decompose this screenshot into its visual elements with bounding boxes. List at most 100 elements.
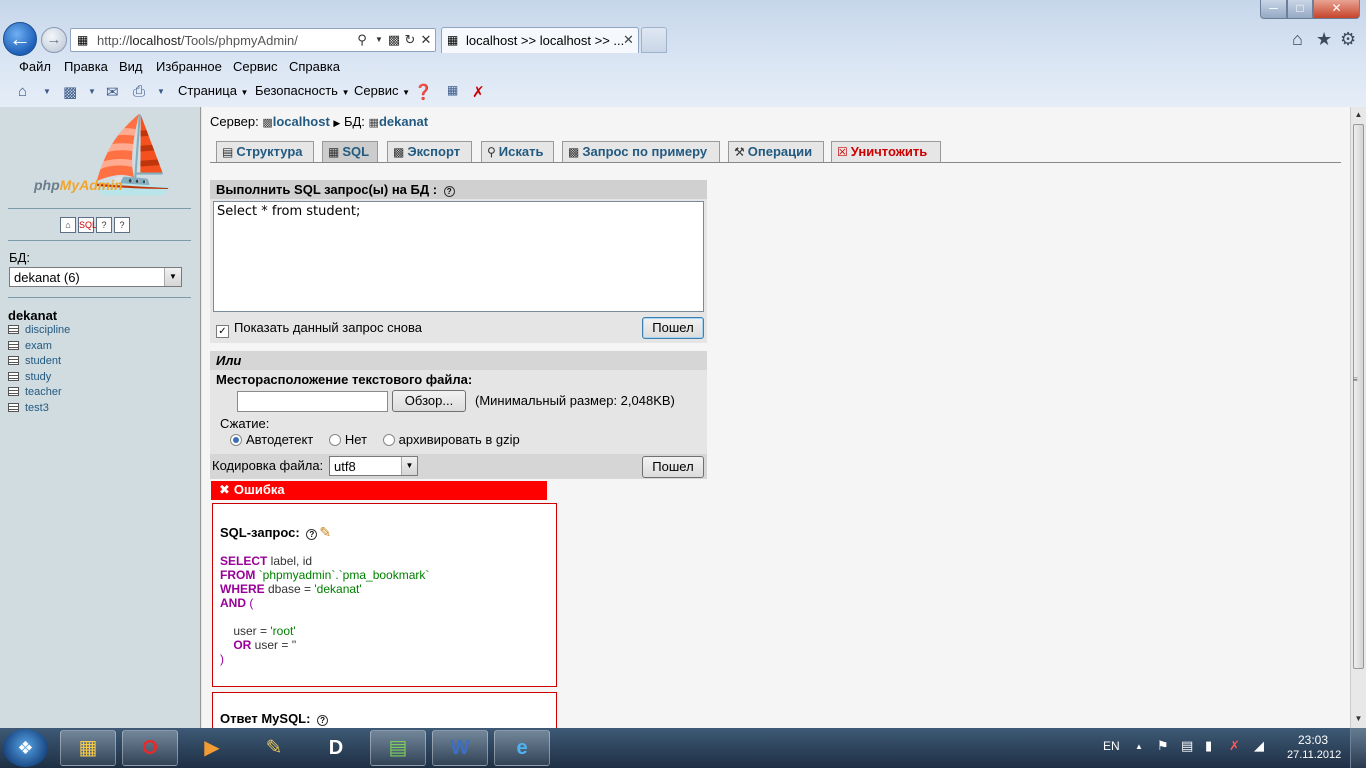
tab-structure[interactable]: ▤ Структура: [216, 141, 314, 163]
clock-date[interactable]: 27.11.2012: [1287, 749, 1341, 761]
action-center-flag-icon[interactable]: ⚑: [1157, 738, 1169, 754]
import-go-button[interactable]: Пошел: [642, 456, 704, 478]
database-select[interactable]: dekanat (6) ▼: [9, 267, 182, 287]
menu-edit[interactable]: Правка: [64, 59, 108, 74]
edit-pencil-icon[interactable]: ✎: [319, 524, 331, 540]
volume-icon[interactable]: ◢: [1254, 738, 1264, 754]
chevron-down-icon[interactable]: ▼: [401, 457, 417, 475]
settings-gear-icon[interactable]: ⚙: [1340, 29, 1356, 50]
refresh-icon[interactable]: ↻: [402, 31, 418, 49]
table-icon[interactable]: [8, 340, 19, 350]
print-icon[interactable]: ⎙: [133, 83, 145, 100]
compression-none-radio[interactable]: Нет: [328, 432, 367, 447]
checkbox-checked-icon[interactable]: ✓: [216, 325, 229, 338]
tab-sql[interactable]: ▦ SQL: [322, 141, 378, 163]
scroll-up-icon[interactable]: ▲: [1351, 107, 1366, 123]
table-icon[interactable]: [8, 402, 19, 412]
table-link-teacher[interactable]: teacher: [8, 386, 70, 402]
stop-icon[interactable]: ✕: [418, 31, 434, 49]
address-bar[interactable]: ▦ http://localhost/Tools/phpmyAdmin/ ⚲ ▼…: [70, 28, 436, 52]
browser-tab[interactable]: ▦ localhost >> localhost >> ... ✕: [441, 27, 639, 53]
table-icon[interactable]: [8, 356, 19, 365]
word-app-icon[interactable]: W: [432, 730, 488, 766]
tab-operations[interactable]: ⚒ Операции: [728, 141, 824, 163]
help-icon[interactable]: ?: [443, 186, 455, 197]
home-icon[interactable]: ⌂: [60, 217, 76, 233]
page-menu[interactable]: Страница ▼: [178, 83, 248, 98]
new-tab-button[interactable]: [641, 27, 667, 53]
table-link-discipline[interactable]: discipline: [8, 324, 70, 340]
task-app-icon[interactable]: ▤: [370, 730, 426, 766]
tab-search[interactable]: ⚲ Искать: [481, 141, 554, 163]
table-link-test3[interactable]: test3: [8, 402, 70, 418]
addon-tools-icon[interactable]: ✗: [472, 83, 485, 101]
table-icon[interactable]: [8, 325, 19, 334]
help-icon[interactable]: ?: [306, 529, 318, 540]
menu-favorites[interactable]: Избранное: [156, 59, 222, 74]
address-url[interactable]: http://localhost/Tools/phpmyAdmin/: [97, 33, 298, 48]
tray-expand-icon[interactable]: ▲: [1135, 742, 1143, 751]
breadcrumb-server-link[interactable]: localhost: [273, 114, 330, 129]
radio-selected-icon[interactable]: [230, 434, 242, 446]
chevron-down-icon[interactable]: ▼: [88, 87, 96, 96]
chevron-down-icon[interactable]: ▼: [371, 31, 387, 49]
maximize-button[interactable]: □: [1287, 0, 1313, 19]
internet-explorer-app-icon[interactable]: e: [494, 730, 550, 766]
show-desktop-button[interactable]: [1350, 728, 1366, 768]
home-icon[interactable]: ⌂: [18, 83, 27, 100]
chevron-down-icon[interactable]: ▼: [164, 268, 181, 286]
language-indicator[interactable]: EN: [1103, 739, 1120, 753]
encoding-select[interactable]: utf8 ▼: [329, 456, 418, 476]
radio-icon[interactable]: [382, 434, 395, 446]
menu-view[interactable]: Вид: [119, 59, 143, 74]
database-name[interactable]: dekanat: [8, 308, 57, 323]
menu-help[interactable]: Справка: [289, 59, 340, 74]
radio-icon[interactable]: [328, 434, 341, 446]
close-tab-icon[interactable]: ✕: [623, 32, 634, 48]
browse-button[interactable]: Обзор...: [392, 390, 466, 412]
paint-app-icon[interactable]: ✎: [246, 730, 302, 766]
chevron-down-icon[interactable]: ▼: [157, 87, 165, 96]
home-icon[interactable]: ⌂: [1292, 29, 1303, 50]
tools-menu[interactable]: Сервис ▼: [354, 83, 410, 98]
table-link-exam[interactable]: exam: [8, 340, 70, 356]
table-icon[interactable]: [8, 387, 19, 396]
file-path-input[interactable]: [237, 391, 388, 412]
tab-drop[interactable]: ☒ Уничтожить: [831, 141, 941, 163]
network-error-icon[interactable]: ✗: [1229, 738, 1240, 754]
phpmyadmin-logo[interactable]: ⛵ phpMyAdmin: [0, 107, 201, 202]
safety-menu[interactable]: Безопасность ▼: [255, 83, 349, 98]
show-query-again-checkbox[interactable]: ✓ Показать данный запрос снова: [216, 320, 422, 338]
battery-icon[interactable]: ▮: [1205, 738, 1212, 754]
table-icon[interactable]: [8, 371, 19, 381]
sql-query-textarea[interactable]: Select * from student;: [213, 201, 704, 312]
table-link-study[interactable]: study: [8, 371, 70, 387]
tab-export[interactable]: ▩ Экспорт: [387, 141, 472, 163]
media-player-app-icon[interactable]: ▶: [184, 730, 240, 766]
menu-file[interactable]: Файл: [19, 59, 51, 74]
clock-time[interactable]: 23:03: [1298, 733, 1328, 747]
docs-icon[interactable]: ?: [114, 217, 130, 233]
sql-query-icon[interactable]: SQL: [78, 217, 97, 233]
rss-feed-icon[interactable]: ▩: [63, 83, 77, 101]
breadcrumb-db-link[interactable]: dekanat: [379, 114, 428, 129]
vertical-scrollbar[interactable]: ▲ ≡ ▼: [1350, 107, 1366, 728]
search-icon[interactable]: ⚲: [354, 31, 370, 49]
close-window-button[interactable]: ✕: [1313, 0, 1360, 19]
chevron-down-icon[interactable]: ▼: [43, 87, 51, 96]
display-icon[interactable]: ▤: [1181, 738, 1193, 754]
compat-view-icon[interactable]: ▩: [386, 31, 402, 49]
favorites-star-icon[interactable]: ★: [1316, 29, 1332, 50]
explorer-app-icon[interactable]: ▦: [60, 730, 116, 766]
addon-k-icon[interactable]: ▦: [447, 83, 458, 97]
compression-gzip-radio[interactable]: архивировать в gzip: [382, 432, 520, 447]
menu-tools[interactable]: Сервис: [233, 59, 278, 74]
forward-button[interactable]: →: [41, 27, 67, 53]
dolby-app-icon[interactable]: D: [308, 730, 364, 766]
help-icon[interactable]: ?: [317, 715, 329, 726]
help-icon[interactable]: ?: [96, 217, 112, 233]
start-button[interactable]: ❖: [3, 729, 48, 767]
help-icon[interactable]: ❓: [414, 83, 433, 101]
sql-go-button[interactable]: Пошел: [642, 317, 704, 339]
scroll-thumb[interactable]: [1353, 124, 1364, 669]
